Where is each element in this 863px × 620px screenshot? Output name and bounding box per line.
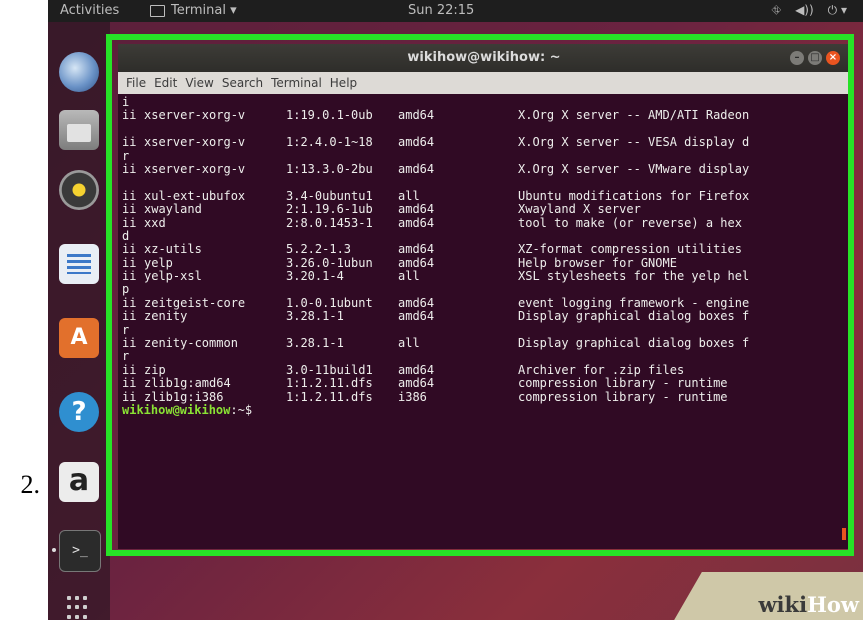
terminal-icon[interactable]: >_ xyxy=(59,530,101,572)
system-tray[interactable]: ⛗ ◀)) ⏻ ▾ xyxy=(771,3,847,18)
files-icon[interactable] xyxy=(59,110,99,150)
thunderbird-icon[interactable] xyxy=(59,52,99,92)
highlight-frame xyxy=(106,34,854,556)
clock[interactable]: Sun 22:15 xyxy=(408,3,474,18)
activities-button[interactable]: Activities xyxy=(60,3,119,18)
app-menu-label: Terminal ▾ xyxy=(171,3,237,18)
dock: A ? a >_ xyxy=(48,22,110,620)
power-icon[interactable]: ⏻ ▾ xyxy=(828,3,847,18)
top-bar: Activities Terminal ▾ Sun 22:15 ⛗ ◀)) ⏻ … xyxy=(48,0,863,22)
desktop-screen: Activities Terminal ▾ Sun 22:15 ⛗ ◀)) ⏻ … xyxy=(48,0,863,620)
terminal-small-icon xyxy=(150,4,165,17)
app-grid-icon[interactable] xyxy=(67,596,91,620)
software-icon[interactable]: A xyxy=(59,318,99,358)
amazon-icon[interactable]: a xyxy=(59,462,99,502)
app-menu[interactable]: Terminal ▾ xyxy=(150,3,237,18)
writer-icon[interactable] xyxy=(59,244,99,284)
volume-icon[interactable]: ◀)) xyxy=(795,3,814,18)
rhythmbox-icon[interactable] xyxy=(59,170,99,210)
running-indicator xyxy=(52,548,56,552)
help-icon[interactable]: ? xyxy=(59,392,99,432)
step-number: 2. xyxy=(20,470,41,499)
network-icon[interactable]: ⛗ xyxy=(771,3,781,18)
wikihow-watermark: wikiHow xyxy=(758,592,859,617)
